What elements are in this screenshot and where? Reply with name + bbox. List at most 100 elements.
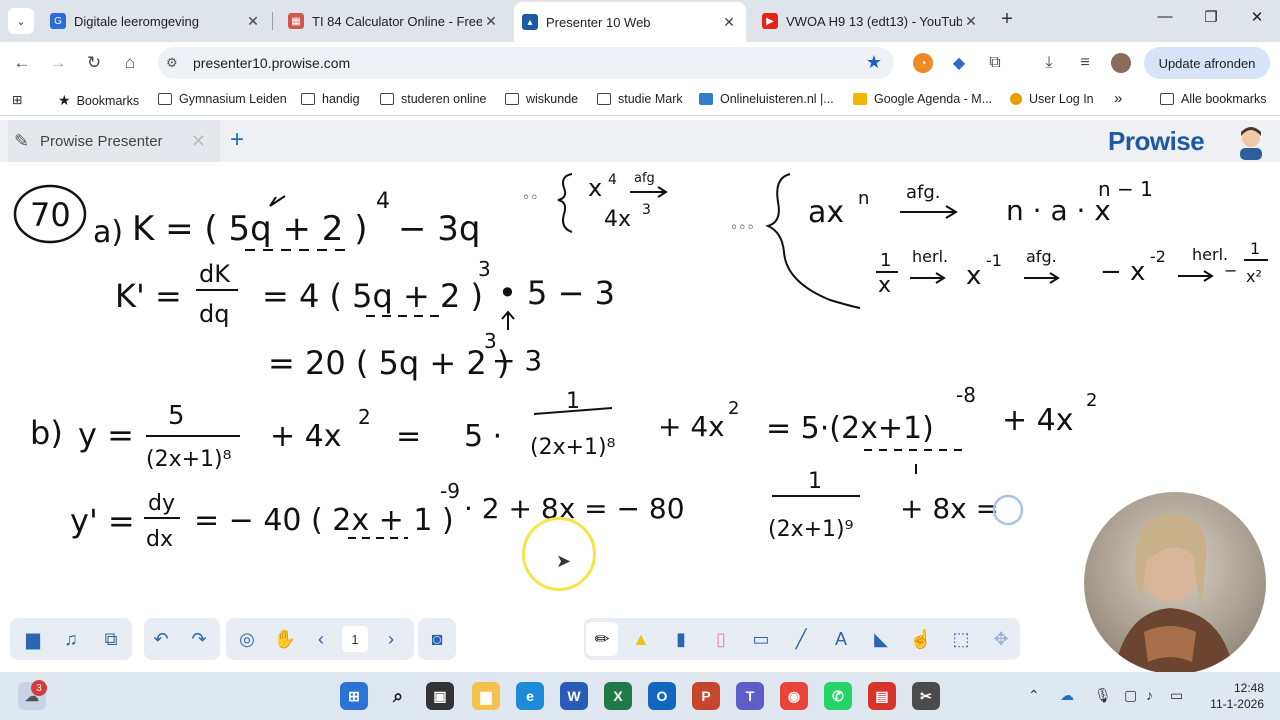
search-icon[interactable]: ⌕ (384, 682, 412, 710)
bookmark-gymnasium-leiden[interactable]: Gymnasium Leiden (158, 92, 287, 106)
bookmark-studeren-online[interactable]: studeren online (380, 92, 486, 106)
volume-icon[interactable]: ♪ (1146, 687, 1153, 703)
more-bookmarks-button[interactable]: » (1114, 90, 1122, 107)
extensions-puzzle-icon[interactable]: ⧉ (985, 53, 1005, 73)
window-close-button[interactable]: ✕ (1242, 8, 1272, 26)
onedrive-icon[interactable]: ☁ (1060, 687, 1074, 704)
new-tab-button[interactable]: + (996, 8, 1018, 30)
folder-icon (301, 93, 315, 105)
extension-icon[interactable]: ◔ (913, 53, 933, 73)
b-eq2-exp: -8 (956, 383, 976, 407)
close-icon[interactable]: ✕ (482, 13, 500, 30)
bookmark-onlineluisteren[interactable]: Onlineluisteren.nl |... (699, 92, 834, 106)
tab-digitale-leeromgeving[interactable]: G Digitale leeromgeving ✕ (42, 7, 270, 35)
move-icon[interactable]: ✥ (988, 626, 1014, 652)
presenter-tab[interactable]: ✎ Prowise Presenter ✕ (8, 120, 220, 162)
note3-frac-num: 1 (880, 250, 891, 271)
note3-end-num: 1 (1250, 239, 1260, 258)
tab-presenter-10-web[interactable]: ▴ Presenter 10 Web ✕ (514, 2, 746, 42)
select-icon[interactable]: ⬚ (948, 626, 974, 652)
bookmark-wiskunde[interactable]: wiskunde (505, 92, 578, 106)
all-bookmarks[interactable]: Alle bookmarks (1160, 92, 1266, 106)
start-icon[interactable]: ⊞ (340, 682, 368, 710)
next-page-icon[interactable]: › (378, 626, 404, 652)
apps-icon[interactable]: ⊞ (12, 92, 22, 107)
arrow (1024, 272, 1060, 284)
line-icon[interactable]: ╱ (788, 626, 814, 652)
touch-icon[interactable]: ☝ (908, 626, 934, 652)
text-icon[interactable]: A (828, 626, 854, 652)
b-eq2-tail: + 4x (1002, 403, 1074, 438)
tab-youtube[interactable]: ▶ VWOA H9 13 (edt13) - YouTube ✕ (754, 7, 988, 35)
task-view-icon[interactable]: ▣ (426, 682, 454, 710)
close-icon[interactable]: ✕ (191, 131, 206, 152)
home-button[interactable]: ⌂ (118, 52, 142, 74)
chrome-icon[interactable]: ◉ (780, 682, 808, 710)
highlighter-icon[interactable]: ▲ (628, 626, 654, 652)
close-icon[interactable]: ✕ (962, 13, 980, 30)
pen-tool-icon[interactable]: ✏ (586, 622, 618, 656)
bookmark-handig[interactable]: handig (301, 92, 360, 106)
tab-ti84-calculator[interactable]: ▦ TI 84 Calculator Online - Free G ✕ (280, 7, 508, 35)
undo-icon[interactable]: ↶ (148, 626, 174, 652)
display-icon[interactable]: ▢ (1124, 687, 1137, 704)
eraser-icon[interactable]: ▯ (708, 626, 734, 652)
extension-diamond-icon[interactable]: ◆ (949, 53, 969, 73)
bookmark-bookmarks[interactable]: ★ Bookmarks (58, 92, 139, 109)
whiteboard-canvas[interactable]: 70 a) K = ( 5q + 2 ) 4 − 3q K' = dK dq =… (0, 162, 1280, 674)
close-icon[interactable]: ✕ (244, 13, 262, 30)
camera-icon[interactable]: ◙ (424, 626, 450, 652)
show-hidden-icons-icon[interactable]: ⌃ (1028, 687, 1040, 704)
hand-icon[interactable]: ✋ (272, 626, 298, 652)
add-tab-button[interactable]: + (230, 126, 244, 154)
pdf-icon[interactable]: ▤ (868, 682, 896, 710)
media-icon[interactable]: ♫ (58, 626, 84, 652)
page-number[interactable]: 1 (342, 626, 368, 652)
reload-button[interactable]: ↻ (82, 52, 106, 74)
download-icon[interactable]: ⤓ (1039, 53, 1059, 73)
tab-title: Presenter 10 Web (546, 14, 651, 30)
media-control-icon[interactable]: ≡ (1075, 53, 1095, 73)
note2-lhs-exp: n (858, 188, 869, 209)
redo-icon[interactable]: ↷ (186, 626, 212, 652)
webcam-overlay (1084, 492, 1266, 674)
forward-button[interactable]: → (46, 52, 70, 74)
snipping-tool-icon[interactable]: ✂ (912, 682, 940, 710)
battery-icon[interactable]: ▭ (1170, 687, 1183, 704)
tab-search-button[interactable]: ⌄ (8, 8, 34, 34)
bookmark-studie-mark[interactable]: studie Mark (597, 92, 683, 106)
excel-icon[interactable]: X (604, 682, 632, 710)
rectangle-icon[interactable]: ▭ (748, 626, 774, 652)
microphone-icon[interactable]: 🎙 (1094, 687, 1112, 704)
teams-icon[interactable]: T (736, 682, 764, 710)
whatsapp-icon[interactable]: ✆ (824, 682, 852, 710)
clock-time: 12:48 (1233, 681, 1264, 695)
bookmark-user-log-in[interactable]: User Log In (1010, 92, 1094, 106)
taskbar-clock[interactable]: 12:48 11-1-2026 (1198, 680, 1264, 712)
folder-icon[interactable]: ▆ (20, 626, 46, 652)
prev-page-icon[interactable]: ‹ (308, 626, 334, 652)
update-button[interactable]: Update afronden (1144, 47, 1270, 79)
compass-icon[interactable]: ◎ (234, 626, 260, 652)
minimize-button[interactable]: — (1150, 8, 1180, 25)
bookmark-star-icon[interactable]: ★ (866, 52, 882, 73)
presentation-icon[interactable]: ⧉ (98, 626, 124, 652)
word-icon[interactable]: W (560, 682, 588, 710)
edge-icon[interactable]: e (516, 682, 544, 710)
avatar[interactable] (1234, 124, 1268, 160)
address-bar[interactable]: ⚙ presenter10.prowise.com ★ (158, 47, 894, 79)
powerpoint-icon[interactable]: P (692, 682, 720, 710)
file-explorer-icon[interactable]: ▆ (472, 682, 500, 710)
marker-icon[interactable]: ▮ (668, 626, 694, 652)
close-icon[interactable]: ✕ (720, 14, 738, 31)
profile-avatar[interactable] (1111, 53, 1131, 73)
arrow (900, 205, 958, 219)
outlook-icon[interactable]: O (648, 682, 676, 710)
ruler-icon[interactable]: ◣ (868, 626, 894, 652)
back-button[interactable]: ← (10, 52, 34, 74)
a-line2-rhs: = 4 ( 5q + 2 ) (262, 277, 483, 315)
part-b-label: b) (30, 414, 63, 452)
bookmark-google-agenda[interactable]: Google Agenda - M... (853, 92, 992, 106)
site-info-icon[interactable]: ⚙ (166, 55, 178, 71)
restore-button[interactable]: ❐ (1196, 8, 1226, 26)
